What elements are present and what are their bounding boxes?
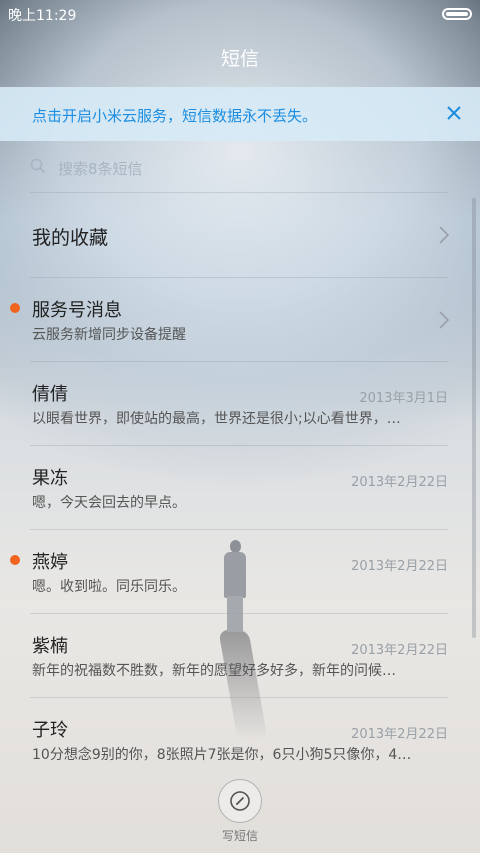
contact-name: 紫楠: [32, 636, 68, 657]
favorites-row[interactable]: 我的收藏: [0, 193, 480, 277]
unread-dot: [10, 555, 20, 565]
unread-dot: [10, 303, 20, 313]
chevron-right-icon: [438, 310, 450, 330]
conversation-item[interactable]: 紫楠 2013年2月22日 新年的祝福数不胜数，新年的愿望好多好多，新年的问候…: [0, 614, 480, 698]
status-bar: 晚上11:29: [0, 0, 480, 28]
search-input[interactable]: 搜索8条短信: [30, 152, 450, 182]
conversation-item[interactable]: 子玲 2013年2月22日 10分想念9别的你，8张照片7张是你，6只小狗5只像…: [0, 698, 480, 768]
pencil-icon: [230, 791, 250, 811]
screen: 晚上11:29 短信 点击开启小米云服务，短信数据永不丢失。 搜索8条短信 我的…: [0, 0, 480, 853]
contact-name: 燕婷: [32, 552, 68, 573]
message-date: 2013年2月22日: [351, 727, 448, 742]
compose-button[interactable]: [218, 779, 262, 823]
conversation-item[interactable]: 果冻 2013年2月22日 嗯，今天会回去的早点。: [0, 446, 480, 530]
search-placeholder: 搜索8条短信: [58, 160, 143, 178]
message-preview: 嗯。收到啦。同乐同乐。: [32, 579, 186, 595]
message-preview: 嗯，今天会回去的早点。: [32, 495, 186, 511]
status-time: 晚上11:29: [8, 8, 77, 24]
message-date: 2013年2月22日: [351, 643, 448, 658]
contact-name: 果冻: [32, 468, 68, 489]
contact-name: 子玲: [32, 720, 68, 741]
cloud-notice-banner[interactable]: 点击开启小米云服务，短信数据永不丢失。: [0, 87, 480, 141]
close-icon[interactable]: [442, 101, 466, 125]
scrollbar[interactable]: [472, 198, 476, 638]
page-title: 短信: [220, 48, 259, 70]
conversation-item[interactable]: 燕婷 2013年2月22日 嗯。收到啦。同乐同乐。: [0, 530, 480, 614]
favorites-label: 我的收藏: [32, 227, 109, 249]
message-preview: 以眼看世界，即使站的最高，世界还是很小;以心看世界，…: [32, 411, 401, 427]
contact-name: 倩倩: [32, 384, 68, 405]
chevron-right-icon: [438, 225, 450, 245]
message-date: 2013年3月1日: [359, 391, 448, 406]
message-preview: 10分想念9别的你，8张照片7张是你，6只小狗5只像你，4…: [32, 747, 412, 763]
message-date: 2013年2月22日: [351, 559, 448, 574]
service-subtitle: 云服务新增同步设备提醒: [32, 327, 186, 343]
service-title: 服务号消息: [32, 300, 122, 321]
battery-icon: [442, 8, 472, 20]
cloud-notice-text[interactable]: 点击开启小米云服务，短信数据永不丢失。: [32, 105, 317, 126]
service-messages-row[interactable]: 服务号消息 云服务新增同步设备提醒: [0, 278, 480, 362]
message-preview: 新年的祝福数不胜数，新年的愿望好多好多，新年的问候…: [32, 663, 396, 679]
search-icon: [30, 158, 46, 174]
compose-label[interactable]: 写短信: [0, 827, 480, 844]
conversation-item[interactable]: 倩倩 2013年3月1日 以眼看世界，即使站的最高，世界还是很小;以心看世界，…: [0, 362, 480, 446]
message-date: 2013年2月22日: [351, 475, 448, 490]
title-bar: 短信: [0, 28, 480, 86]
